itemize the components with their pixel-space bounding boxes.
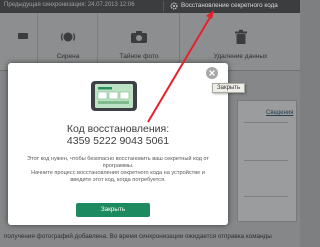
annotation-arrow bbox=[147, 10, 214, 123]
